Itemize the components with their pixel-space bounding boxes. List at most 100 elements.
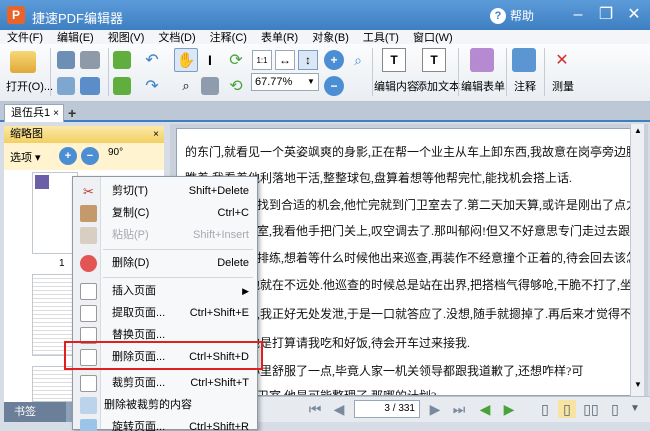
zoom-out-icon[interactable]: − [324, 76, 344, 96]
menu-item-paste[interactable]: 粘贴(P) Shift+Insert [74, 225, 257, 246]
previous-page-icon[interactable]: ◀ [330, 400, 348, 418]
measure-icon[interactable]: ✕ [550, 48, 574, 72]
edit-form-icon[interactable] [470, 48, 494, 72]
total-pages: 331 [398, 403, 415, 414]
next-page-icon[interactable]: ▶ [426, 400, 444, 418]
thumbnail-panel-header: 缩略图 × [4, 126, 164, 143]
select-text-icon[interactable]: I [200, 50, 220, 70]
zoom-level-select[interactable]: 67.77% ▼ [251, 73, 319, 91]
menu-document[interactable]: 文档(D) [151, 29, 202, 45]
extract-page-icon [80, 305, 97, 322]
add-tab-icon[interactable]: + [68, 105, 76, 121]
last-page-icon[interactable]: ⏭ [450, 400, 468, 418]
maximize-button[interactable]: ❐ [594, 4, 618, 26]
edit-content-icon[interactable]: T [382, 48, 406, 72]
rotate-value: 90° [108, 147, 124, 158]
close-panel-icon[interactable]: × [153, 126, 159, 143]
copy-icon [80, 205, 97, 222]
toolbar: 打开(O)... ↶ ↷ ✋ I ⌕ ⟳ ⟲ 1:1 ↔ ↕ + − ⌕ T 编… [0, 44, 650, 102]
menu-bar: 文件(F) 编辑(E) 视图(V) 文档(D) 注释(C) 表单(R) 对象(B… [0, 30, 650, 44]
bookmarks-tab[interactable]: 书签 [8, 402, 42, 422]
paste-icon [80, 227, 97, 244]
view-options-icon[interactable]: ▼ [626, 400, 644, 418]
magnifier-icon[interactable]: ⌕ [348, 50, 368, 70]
menu-tools[interactable]: 工具(T) [356, 29, 406, 45]
edit-content-label[interactable]: 编辑内容 [374, 78, 418, 94]
menu-item-rotate-page[interactable]: 旋转页面... Ctrl+Shift+R [74, 417, 257, 431]
page-up-icon[interactable] [112, 76, 132, 96]
rotate-ccw-icon[interactable]: ⟲ [226, 76, 246, 96]
open-button-label[interactable]: 打开(O)... [6, 78, 53, 94]
thumb-zoom-out-icon[interactable]: − [81, 147, 99, 165]
open-icon[interactable] [8, 48, 38, 76]
menu-item-cut[interactable]: ✂ 剪切(T) Shift+Delete [74, 181, 257, 202]
first-page-icon[interactable]: ⏮ [306, 400, 324, 418]
fit-width-icon[interactable]: ↔ [275, 50, 295, 70]
go-forward-icon[interactable]: ▶ [500, 400, 518, 418]
menu-form[interactable]: 表单(R) [254, 29, 305, 45]
tab-document-label: 退伍兵1 [11, 107, 51, 119]
options-label: 选项 [10, 152, 32, 164]
menu-item-delete[interactable]: 删除(D) Delete [74, 253, 257, 274]
menu-file[interactable]: 文件(F) [0, 29, 50, 45]
submenu-arrow-icon: ▶ [242, 286, 249, 296]
rotate-page-icon [80, 419, 97, 431]
email-icon[interactable] [56, 76, 76, 96]
hand-tool-icon[interactable]: ✋ [174, 48, 198, 72]
vertical-scrollbar[interactable]: ▲ ▼ [630, 124, 644, 396]
scroll-down-icon[interactable]: ▼ [632, 380, 644, 392]
menu-object[interactable]: 对象(B) [305, 29, 356, 45]
fit-page-icon[interactable]: ↕ [298, 50, 318, 70]
page-number-input[interactable]: 3 / 331 [354, 400, 420, 418]
add-text-label[interactable]: 添加文本 [416, 78, 460, 94]
document-text-line: 的东门,就看见一个英姿飒爽的身影,正在帮一个业主从车上卸东西,我故意在岗亭旁边膳 [185, 145, 631, 159]
annotate-icon[interactable] [512, 48, 536, 72]
app-title: 捷速PDF编辑器 [32, 11, 124, 26]
highlight-annotation [64, 341, 263, 370]
snapshot-icon[interactable] [200, 76, 220, 96]
scroll-up-icon[interactable]: ▲ [632, 126, 644, 138]
help-button[interactable]: ? 帮助 [490, 7, 534, 24]
print-icon[interactable] [78, 50, 102, 70]
tab-document[interactable]: 退伍兵1 × [4, 104, 64, 122]
options-menu[interactable]: 选项 ▾ [10, 149, 41, 165]
menu-item-extract-page[interactable]: 提取页面... Ctrl+Shift+E [74, 303, 257, 324]
facing-view-icon[interactable]: ▯▯ [582, 400, 600, 418]
zoom-in-icon[interactable]: + [324, 50, 344, 70]
help-label: 帮助 [510, 9, 535, 23]
menu-item-remove-cropped[interactable]: 删除被裁剪的内容 [74, 395, 257, 416]
export-icon[interactable] [78, 76, 102, 96]
rotate-thumb-button[interactable]: 90° [108, 147, 123, 158]
measure-label[interactable]: 测量 [552, 78, 574, 94]
continuous-view-icon[interactable]: ▯ [558, 400, 576, 418]
single-page-view-icon[interactable]: ▯ [536, 400, 554, 418]
menu-item-crop-page[interactable]: 裁剪页面... Ctrl+Shift+T [74, 373, 257, 394]
continuous-facing-icon[interactable]: ▯ [606, 400, 624, 418]
page-down-icon[interactable] [112, 50, 132, 70]
annotate-label[interactable]: 注释 [514, 78, 536, 94]
zoom-select-icon[interactable]: ⌕ [176, 76, 196, 96]
redo-icon[interactable]: ↷ [138, 76, 166, 96]
menu-item-copy[interactable]: 复制(C) Ctrl+C [74, 203, 257, 224]
menu-item-insert-page[interactable]: 插入页面 ▶ [74, 281, 257, 302]
chevron-down-icon: ▼ [307, 77, 315, 86]
menu-comment[interactable]: 注释(C) [203, 29, 254, 45]
menu-view[interactable]: 视图(V) [101, 29, 152, 45]
thumbnail-page-number: 1 [59, 258, 65, 269]
close-window-button[interactable]: ✕ [622, 4, 646, 26]
close-tab-icon[interactable]: × [53, 105, 59, 122]
rotate-cw-icon[interactable]: ⟳ [226, 50, 246, 70]
menu-window[interactable]: 窗口(W) [406, 29, 460, 45]
edit-form-label[interactable]: 编辑表单 [461, 78, 505, 94]
add-text-icon[interactable]: T [422, 48, 446, 72]
undo-icon[interactable]: ↶ [138, 50, 166, 70]
scissors-icon: ✂ [83, 184, 94, 199]
context-menu: ✂ 剪切(T) Shift+Delete 复制(C) Ctrl+C 粘贴(P) Shif… [72, 176, 258, 431]
minimize-button[interactable]: – [566, 4, 590, 26]
save-icon[interactable] [56, 50, 76, 70]
menu-edit[interactable]: 编辑(E) [50, 29, 101, 45]
current-page: 3 [384, 403, 390, 414]
go-back-icon[interactable]: ◀ [476, 400, 494, 418]
thumb-zoom-in-icon[interactable]: + [59, 147, 77, 165]
actual-size-icon[interactable]: 1:1 [252, 50, 272, 70]
